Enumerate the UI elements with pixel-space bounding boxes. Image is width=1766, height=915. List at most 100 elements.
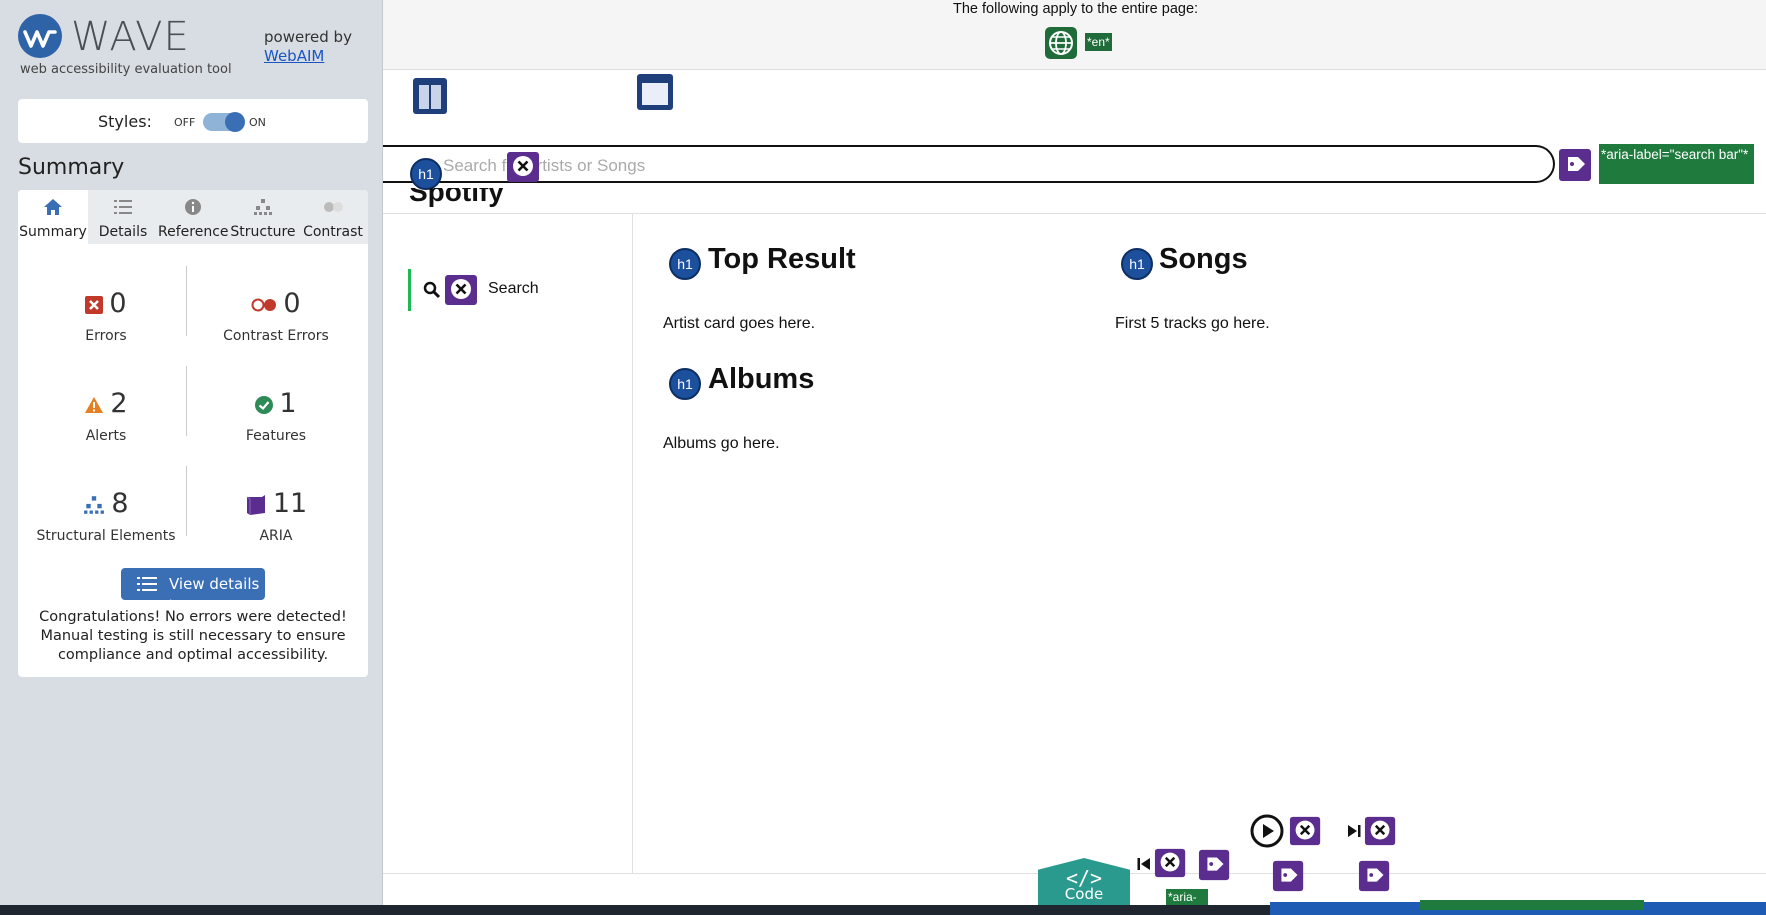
alerts-label: Alerts	[85, 428, 127, 444]
aria-label-tag: *aria-label="search bar"*	[1599, 144, 1754, 184]
h1-badge-label: h1	[1129, 256, 1145, 272]
aria-attribute-tag: *aria-	[1166, 889, 1208, 905]
section-text-songs: First 5 tracks go here.	[1115, 315, 1270, 332]
stat-aria[interactable]: 11 ARIA	[196, 488, 356, 568]
tab-label: Reference	[158, 224, 229, 240]
stats-divider	[186, 266, 187, 336]
webaim-link[interactable]: WebAIM	[264, 47, 324, 65]
stat-errors[interactable]: 0 Errors	[26, 288, 186, 368]
play-button-icon[interactable]	[1250, 814, 1284, 848]
tab-label: Contrast	[303, 224, 363, 240]
contrast-error-icon	[251, 298, 277, 311]
stat-structural[interactable]: 8 Structural Elements	[26, 488, 186, 568]
structural-label: Structural Elements	[36, 528, 176, 544]
empty-link-error-icon[interactable]	[444, 272, 480, 308]
summary-card: Summary Details Reference Structure Cont…	[18, 190, 368, 677]
h1-heading-icon[interactable]: h1	[669, 248, 701, 280]
styles-toggle-switch[interactable]	[203, 112, 245, 132]
aria-tag-icon[interactable]	[1272, 859, 1306, 893]
search-icon	[423, 281, 441, 299]
page-wide-banner: The following apply to the entire page: …	[383, 0, 1766, 70]
nav-search-label: Search	[488, 280, 539, 297]
errors-label: Errors	[85, 328, 127, 344]
stats-divider	[186, 466, 187, 536]
aria-label-tag-icon[interactable]	[1558, 147, 1594, 183]
aria-tag-icon[interactable]	[1198, 848, 1232, 882]
nav-divider	[632, 213, 633, 873]
section-title-top-result: Top Result	[708, 243, 856, 275]
missing-label-error-icon[interactable]	[506, 149, 542, 185]
wave-logo-icon	[18, 14, 62, 58]
alert-icon	[85, 396, 104, 413]
wave-tab-row: Summary Details Reference Structure Cont…	[18, 190, 368, 244]
empty-button-error-icon[interactable]	[1364, 814, 1398, 848]
previous-track-icon[interactable]	[1136, 856, 1152, 872]
nav-search-link[interactable]: Search	[408, 269, 608, 311]
h1-badge-label: h1	[418, 166, 434, 182]
tab-contrast[interactable]: Contrast	[298, 190, 368, 244]
empty-button-error-icon[interactable]	[1289, 814, 1323, 848]
brand-title: Spotify	[409, 188, 504, 214]
search-input[interactable]: Search for Artists or Songs	[383, 145, 1555, 183]
tab-label: Structure	[230, 224, 296, 240]
toggle-knob	[225, 112, 245, 132]
tab-reference[interactable]: Reference	[158, 190, 229, 244]
styles-toggle-box: Styles: OFF ON	[18, 99, 368, 143]
errors-count: 0	[109, 288, 127, 319]
h1-badge-label: h1	[677, 256, 693, 272]
h1-heading-icon[interactable]: h1	[410, 158, 442, 190]
tab-structure[interactable]: Structure	[228, 190, 298, 244]
h1-heading-icon[interactable]: h1	[1121, 248, 1153, 280]
header-divider	[383, 213, 1766, 214]
h1-badge-label: h1	[677, 376, 693, 392]
brand-title-text: Spotify	[409, 188, 504, 207]
aria-icon	[246, 494, 265, 515]
aria-label: ARIA	[259, 528, 293, 544]
view-details-label: View details ›	[169, 575, 260, 611]
aria-count: 11	[272, 488, 308, 519]
structural-count: 8	[111, 488, 129, 519]
search-placeholder: Search for Artists or Songs	[443, 156, 646, 175]
feature-check-icon	[255, 395, 274, 414]
stats-divider	[186, 366, 187, 436]
features-label: Features	[245, 428, 307, 444]
list-icon	[137, 577, 157, 591]
contrast-errors-label: Contrast Errors	[223, 328, 329, 344]
stat-alerts[interactable]: 2 Alerts	[26, 388, 186, 468]
lang-tag: *en*	[1085, 33, 1112, 51]
structure-icon	[84, 495, 105, 514]
view-details-button[interactable]: View details ›	[121, 568, 265, 611]
stat-contrast-errors[interactable]: 0 Contrast Errors	[196, 288, 356, 368]
alerts-count: 2	[110, 388, 128, 419]
home-icon	[44, 199, 62, 215]
next-track-icon[interactable]	[1346, 823, 1362, 839]
h1-heading-icon[interactable]: h1	[669, 368, 701, 400]
features-count: 1	[279, 388, 297, 419]
tab-label: Details	[98, 224, 148, 240]
globe-icon[interactable]	[1045, 27, 1077, 59]
aria-tag-icon[interactable]	[1358, 859, 1392, 893]
wave-sidebar: WAVE web accessibility evaluation tool p…	[0, 0, 383, 905]
styles-off-label: OFF	[174, 116, 196, 129]
section-title-songs: Songs	[1159, 243, 1248, 275]
tab-details[interactable]: Details	[88, 190, 158, 244]
hierarchy-icon	[254, 199, 272, 215]
summary-heading: Summary	[18, 155, 125, 180]
congrats-message: Congratulations! No errors were detected…	[39, 609, 347, 663]
powered-by-label: powered by	[264, 28, 352, 46]
info-icon	[185, 199, 201, 215]
aside-landmark-icon[interactable]	[412, 77, 448, 115]
list-icon	[114, 200, 132, 214]
tab-summary[interactable]: Summary	[18, 190, 88, 244]
code-label: Code	[1064, 885, 1104, 903]
header-landmark-icon[interactable]	[636, 73, 674, 111]
section-title-albums: Albums	[708, 363, 815, 395]
wave-wordmark: WAVE	[71, 14, 190, 60]
error-icon	[85, 295, 104, 314]
stat-features[interactable]: 1 Features	[196, 388, 356, 468]
tab-label: Summary	[19, 224, 87, 240]
empty-button-error-icon[interactable]	[1154, 846, 1188, 880]
code-toggle-button[interactable]: </> Code	[1038, 858, 1130, 905]
taskbar-tag-strip	[1420, 900, 1644, 910]
section-text-albums: Albums go here.	[663, 435, 780, 452]
